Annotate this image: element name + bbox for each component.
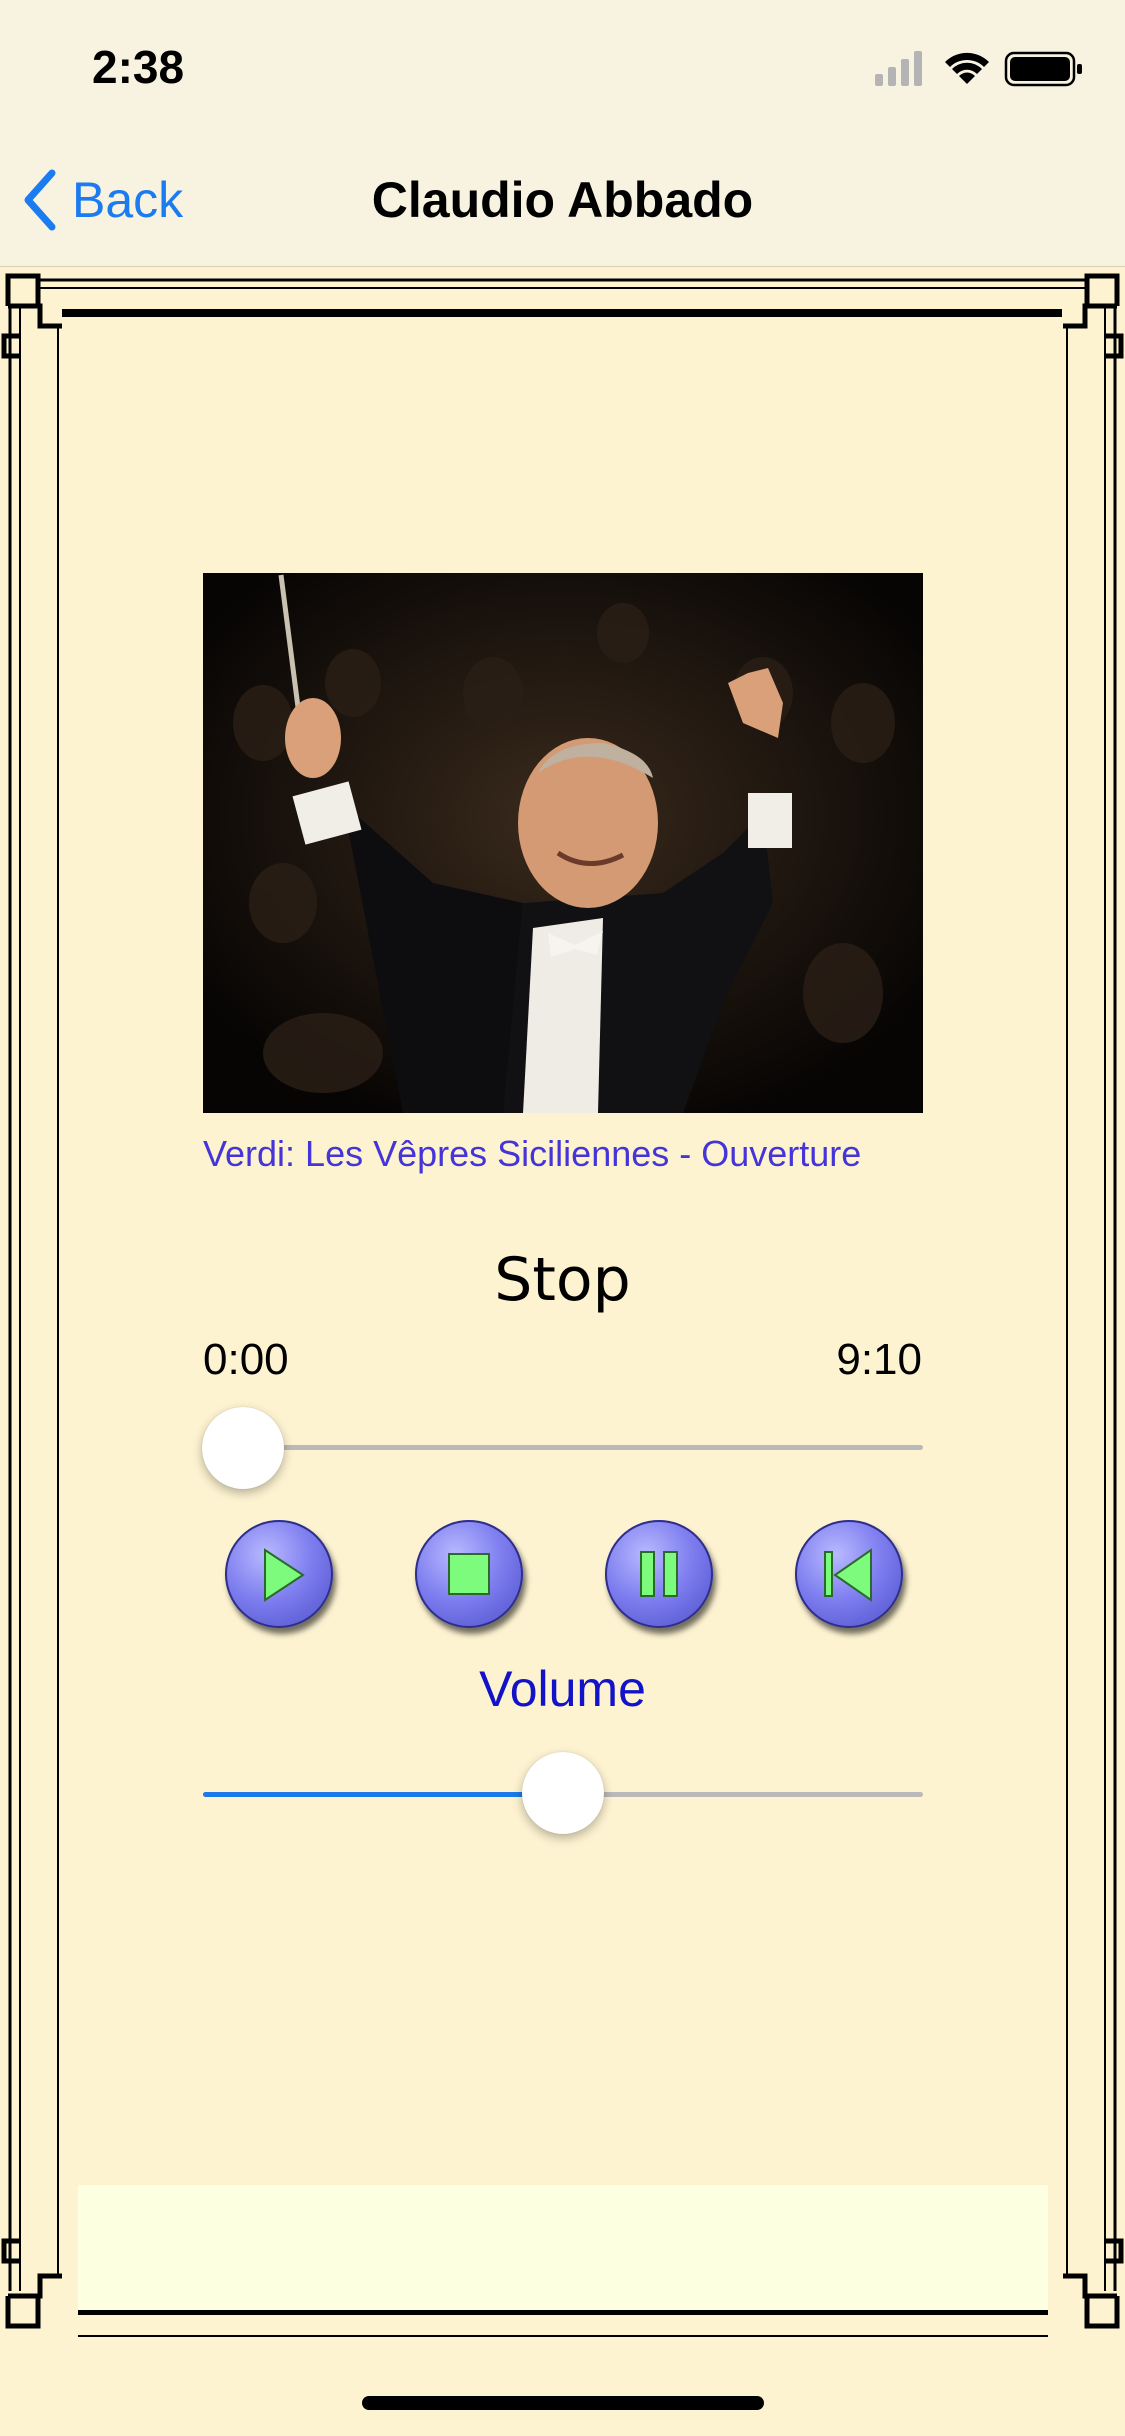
total-duration: 9:10 — [836, 1335, 922, 1384]
stop-icon — [448, 1553, 490, 1595]
navigation-bar: Back Claudio Abbado — [0, 140, 1125, 267]
progress-track[interactable] — [203, 1445, 923, 1450]
footer-panel — [78, 2185, 1048, 2310]
volume-label: Volume — [479, 1661, 646, 1717]
status-icons — [875, 48, 1085, 88]
track-title[interactable]: Verdi: Les Vêpres Siciliennes - Ouvertur… — [203, 1133, 923, 1175]
progress-thumb[interactable] — [202, 1407, 284, 1489]
battery-icon — [1004, 51, 1082, 87]
home-indicator[interactable] — [362, 2396, 764, 2410]
play-icon — [264, 1548, 305, 1602]
page-title: Claudio Abbado — [371, 172, 754, 228]
status-time: 2:38 — [92, 41, 185, 93]
wifi-icon — [945, 52, 989, 84]
playback-state-label: Stop — [494, 1245, 631, 1315]
pause-button[interactable] — [605, 1520, 713, 1628]
cellular-signal-icon — [875, 51, 922, 86]
elapsed-time: 0:00 — [203, 1335, 289, 1384]
conductor-photo — [203, 573, 923, 1113]
volume-fill — [203, 1792, 563, 1797]
stop-button[interactable] — [415, 1520, 523, 1628]
skip-back-button[interactable] — [795, 1520, 903, 1628]
pause-icon — [640, 1551, 678, 1597]
status-bar: 2:38 — [0, 0, 1125, 140]
skip-back-icon — [824, 1548, 872, 1602]
volume-thumb[interactable] — [522, 1752, 604, 1834]
play-button[interactable] — [225, 1520, 333, 1628]
